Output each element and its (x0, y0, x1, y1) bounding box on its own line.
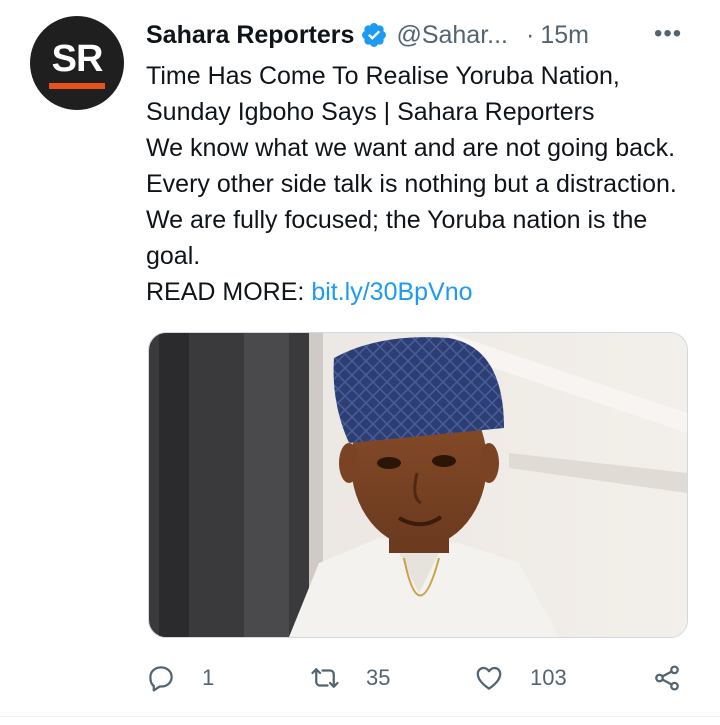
retweet-count: 35 (366, 665, 391, 690)
avatar[interactable]: SR (30, 16, 124, 110)
like-count: 103 (530, 665, 567, 690)
reply-count: 1 (202, 665, 215, 690)
reply-icon (149, 666, 173, 692)
separator-dot: · (526, 20, 535, 49)
reply-button[interactable]: 1 (146, 658, 214, 698)
tweet-actions: 1 35 103 (146, 658, 691, 698)
like-button[interactable]: 103 (474, 658, 567, 698)
retweet-button[interactable]: 35 (310, 658, 390, 698)
account-name[interactable]: Sahara Reporters (146, 21, 354, 50)
photo-illustration (149, 333, 687, 637)
more-options-icon[interactable]: ••• (654, 19, 690, 49)
tweet-text: Time Has Come To Realise Yoruba Nation, … (146, 58, 691, 310)
tweet-timestamp[interactable]: 15m (540, 21, 589, 50)
avatar-logo-bar (49, 82, 105, 89)
share-icon (655, 665, 679, 691)
verified-badge-icon (362, 23, 387, 47)
heart-icon (476, 666, 502, 690)
avatar-logo-text: SR (51, 37, 104, 80)
divider (0, 716, 720, 717)
tweet-headline: Time Has Come To Realise Yoruba Nation, … (146, 62, 620, 126)
tweet-link[interactable]: bit.ly/30BpVno (311, 278, 472, 306)
tweet-body: We know what we want and are not going b… (146, 134, 677, 270)
read-more-line: READ MORE: bit.ly/30BpVno (146, 274, 691, 310)
account-handle[interactable]: @Sahar... (396, 21, 508, 50)
read-more-label: READ MORE: (146, 278, 305, 306)
tweet-header: Sahara Reporters @Sahar... · 15m (146, 18, 691, 52)
tweet-photo[interactable] (148, 332, 688, 638)
retweet-icon (311, 668, 339, 688)
share-button[interactable] (652, 658, 682, 698)
